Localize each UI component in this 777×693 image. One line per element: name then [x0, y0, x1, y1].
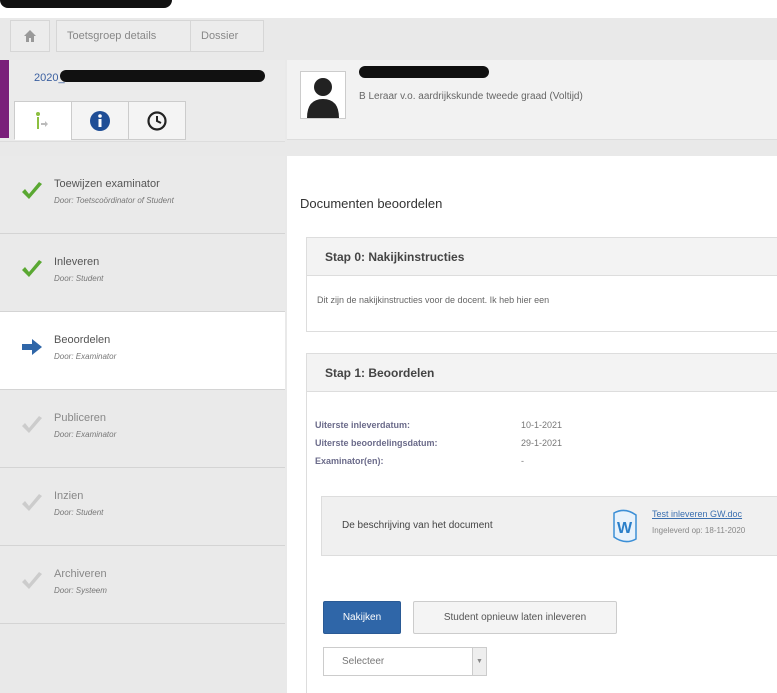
- step-actor: Door: Student: [54, 274, 103, 283]
- info-label: Uiterste beoordelingsdatum:: [315, 438, 438, 448]
- info-value: 10-1-2021: [521, 420, 563, 430]
- redacted-student-name: [359, 66, 489, 78]
- main-content: Documenten beoordelen Stap 0: Nakijkinst…: [287, 156, 777, 693]
- step-name: Toewijzen examinator: [54, 178, 160, 190]
- info-value: -: [521, 456, 524, 466]
- info-label: Examinator(en):: [315, 456, 384, 466]
- step-actor-role: Toetscoördinator of Student: [75, 196, 174, 205]
- check-muted-icon: [22, 416, 42, 433]
- info-row-deadline: Uiterste inleverdatum: 10-1-2021: [315, 420, 562, 430]
- dossier-tabs: [14, 101, 186, 140]
- panel-step1-title: Stap 1: Beoordelen: [307, 354, 777, 392]
- step-publiceren[interactable]: Publiceren Door: Examinator: [0, 390, 285, 468]
- redacted-mark: [0, 0, 172, 8]
- nakijken-button[interactable]: Nakijken: [323, 601, 401, 634]
- step-name: Beoordelen: [54, 334, 111, 346]
- dossier-header: 2020_: [0, 60, 285, 142]
- steps-icon: [36, 111, 48, 129]
- step-actor-role: Systeem: [75, 586, 107, 595]
- step-name: Inleveren: [54, 256, 100, 268]
- panel-step1: Stap 1: Beoordelen Uiterste inleverdatum…: [306, 353, 777, 693]
- document-meta: Ingeleverd op: 18-11-2020: [652, 526, 746, 535]
- redacted-name: [60, 70, 265, 82]
- step-actor-prefix: Door:: [54, 430, 74, 439]
- step-actor-prefix: Door:: [54, 352, 74, 361]
- step-actor: Door: Examinator: [54, 352, 116, 361]
- instructions-text: Dit zijn de nakijkinstructies voor de do…: [317, 295, 550, 305]
- document-box: De beschrijving van het document W Test …: [321, 496, 777, 556]
- step-beoordelen[interactable]: Beoordelen Door: Examinator: [0, 312, 285, 390]
- arrow-right-icon: [22, 339, 42, 355]
- student-header: B Leraar v.o. aardrijkskunde tweede graa…: [287, 60, 777, 140]
- breadcrumb-item-toetsgroep[interactable]: Toetsgroep details: [56, 20, 191, 52]
- step-name: Publiceren: [54, 412, 106, 424]
- panel-step0-title: Stap 0: Nakijkinstructies: [307, 238, 777, 276]
- svg-text:W: W: [617, 520, 633, 537]
- step-name: Inzien: [54, 490, 84, 502]
- step-actor: Door: Student: [54, 508, 103, 517]
- action-select[interactable]: Selecteer ▼: [323, 647, 487, 676]
- student-program: B Leraar v.o. aardrijkskunde tweede graa…: [359, 91, 583, 102]
- step-actor: Door: Toetscoördinator of Student: [54, 196, 174, 205]
- step-actor-prefix: Door:: [54, 196, 74, 205]
- step-actor-role: Examinator: [75, 352, 117, 361]
- step-actor-prefix: Door:: [54, 508, 74, 517]
- step-actor-role: Examinator: [75, 430, 117, 439]
- workflow-steps: Toewijzen examinator Door: Toetscoördina…: [0, 156, 285, 693]
- step-actor: Door: Systeem: [54, 586, 107, 595]
- panel-step0: Stap 0: Nakijkinstructies Dit zijn de na…: [306, 237, 777, 332]
- select-value: Selecteer: [342, 656, 385, 667]
- step-toewijzen[interactable]: Toewijzen examinator Door: Toetscoördina…: [0, 156, 285, 234]
- chevron-down-icon[interactable]: ▼: [472, 648, 486, 675]
- resubmit-button[interactable]: Student opnieuw laten inleveren: [413, 601, 617, 634]
- step-actor-prefix: Door:: [54, 274, 74, 283]
- tab-history[interactable]: [128, 101, 186, 140]
- breadcrumb-item-dossier[interactable]: Dossier: [190, 20, 264, 52]
- top-strip: [0, 0, 777, 18]
- history-icon: [147, 110, 167, 131]
- info-label: Uiterste inleverdatum:: [315, 420, 411, 430]
- avatar: [300, 71, 346, 119]
- user-silhouette-icon: [307, 78, 339, 118]
- tab-info[interactable]: [71, 101, 129, 140]
- tab-steps[interactable]: [14, 101, 72, 140]
- word-document-icon[interactable]: W: [610, 509, 640, 543]
- step-inzien[interactable]: Inzien Door: Student: [0, 468, 285, 546]
- step-actor-role: Student: [75, 508, 104, 517]
- step-actor: Door: Examinator: [54, 430, 116, 439]
- home-icon: [24, 30, 36, 42]
- info-row-examiner: Examinator(en): -: [315, 456, 524, 466]
- step-inleveren[interactable]: Inleveren Door: Student: [0, 234, 285, 312]
- check-icon: [22, 260, 42, 277]
- check-muted-icon: [22, 572, 42, 589]
- step-actor-prefix: Door:: [54, 586, 74, 595]
- breadcrumb: Toetsgroep details Dossier: [0, 18, 777, 60]
- info-icon: [90, 110, 110, 131]
- step-actor-role: Student: [75, 274, 104, 283]
- document-link[interactable]: Test inleveren GW.doc: [652, 509, 742, 519]
- check-muted-icon: [22, 494, 42, 511]
- step-name: Archiveren: [54, 568, 107, 580]
- info-value: 29-1-2021: [521, 438, 563, 448]
- accent-bar: [0, 60, 9, 138]
- document-description: De beschrijving van het document: [342, 520, 493, 531]
- check-icon: [22, 182, 42, 199]
- step-archiveren[interactable]: Archiveren Door: Systeem: [0, 546, 285, 624]
- info-row-grading-deadline: Uiterste beoordelingsdatum: 29-1-2021: [315, 438, 562, 448]
- breadcrumb-home[interactable]: [10, 20, 50, 52]
- page-title: Documenten beoordelen: [300, 196, 443, 211]
